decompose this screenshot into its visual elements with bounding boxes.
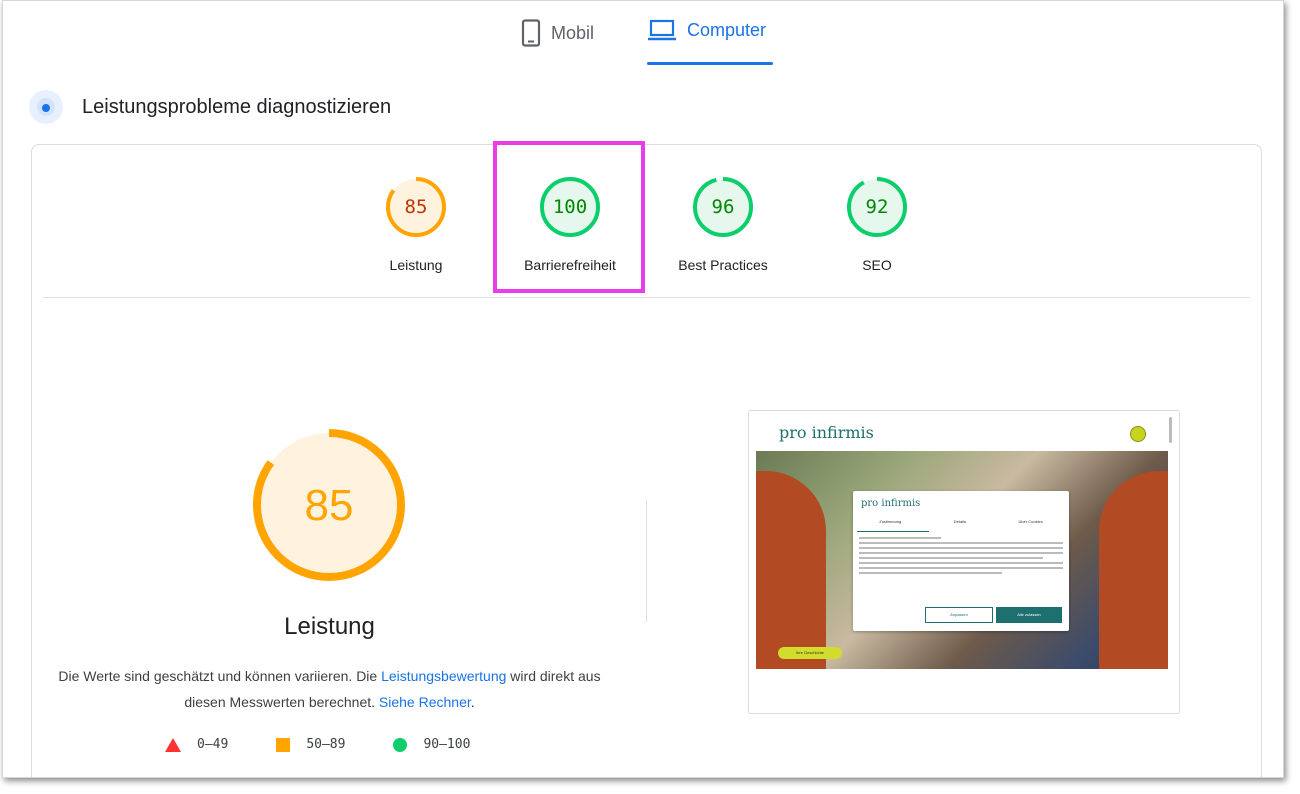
- score-description: Die Werte sind geschätzt und können vari…: [58, 668, 601, 710]
- gauge-best-practices[interactable]: 96 Best Practices: [673, 175, 773, 273]
- modal-tab-details: Details: [953, 519, 966, 524]
- big-gauge-label: Leistung: [284, 613, 375, 640]
- gauge-leistung-ring: 85: [386, 177, 446, 237]
- vertical-divider: [646, 500, 647, 622]
- hero-arch-right: [1099, 471, 1168, 669]
- square-icon: [276, 737, 291, 752]
- big-gauge-score: 85: [305, 481, 354, 530]
- tab-mobil[interactable]: Mobil: [521, 19, 594, 47]
- circle-icon: [393, 737, 408, 752]
- lighthouse-icon: [29, 90, 63, 124]
- gauge-barrierefreiheit-ring: 100: [540, 177, 600, 237]
- section-title: Leistungsprobleme diagnostizieren: [82, 96, 392, 118]
- link-leistungsbewertung[interactable]: Leistungsbewertung: [381, 668, 506, 684]
- tab-mobil-label: Mobil: [551, 22, 595, 43]
- score-divider: [43, 297, 1250, 298]
- phone-icon: [521, 19, 541, 47]
- legend-range-low: 0–49: [197, 737, 229, 752]
- svg-text:85: 85: [405, 196, 428, 218]
- hero-arch-left: [756, 471, 826, 669]
- site-logo: pro infirmis: [779, 423, 874, 442]
- modal-tabs: Zustimmung Details Über Cookies: [853, 519, 1069, 524]
- gauge-best-practices-ring: 96: [693, 177, 753, 237]
- thumb-scrollbar: [1169, 417, 1172, 443]
- modal-tab-zustimmung: Zustimmung: [879, 519, 902, 524]
- triangle-icon: [165, 737, 181, 752]
- gauge-seo-ring: 92: [847, 177, 907, 237]
- modal-text: [859, 537, 1063, 577]
- gauge-barrierefreiheit[interactable]: 100 Barrierefreiheit: [520, 175, 620, 273]
- link-siehe-rechner[interactable]: Siehe Rechner: [379, 694, 471, 710]
- site-menu-icon: [1130, 426, 1146, 442]
- active-tab-indicator: [647, 62, 773, 65]
- score-legend: 0–49 50–89 90–100: [165, 737, 518, 752]
- modal-tab-cookies: Über Cookies: [1018, 519, 1043, 524]
- score-gauges-row: 85 Leistung 100 Barrierefreiheit 96 Best…: [32, 141, 1261, 297]
- report-card: 85 Leistung 100 Barrierefreiheit 96 Best…: [31, 141, 1262, 777]
- pagespeed-report-frame: Mobil Computer Leistungsprobleme diagnos…: [2, 0, 1284, 778]
- gauge-best-practices-label: Best Practices: [678, 257, 768, 273]
- big-gauge-leistung: 85: [253, 429, 405, 581]
- gauge-seo[interactable]: 92 SEO: [827, 175, 927, 273]
- modal-btn-anpassen: Anpassen: [925, 607, 993, 623]
- cookie-modal: pro infirmis Zustimmung Details Über Coo…: [853, 491, 1069, 631]
- svg-text:100: 100: [553, 196, 587, 218]
- svg-text:92: 92: [866, 196, 889, 218]
- gauge-seo-label: SEO: [862, 257, 892, 273]
- legend-range-mid: 50–89: [306, 737, 346, 752]
- svg-text:96: 96: [712, 196, 735, 218]
- final-screenshot[interactable]: pro infirmis pro infirmis Zustimmung Det…: [748, 410, 1180, 714]
- tab-computer[interactable]: Computer: [647, 19, 766, 41]
- gauge-leistung-label: Leistung: [389, 257, 443, 273]
- gauge-barrierefreiheit-label: Barrierefreiheit: [524, 257, 616, 273]
- gauge-leistung[interactable]: 85 Leistung: [366, 175, 466, 273]
- tab-computer-label: Computer: [687, 19, 767, 40]
- modal-btn-alle: Alle zulassen: [996, 607, 1062, 623]
- modal-logo: pro infirmis: [861, 498, 921, 509]
- hero-pill: Ihre Geschichte: [778, 647, 842, 659]
- legend-range-high: 90–100: [423, 737, 471, 752]
- laptop-icon: [648, 19, 676, 41]
- modal-tab-indicator: [857, 531, 929, 532]
